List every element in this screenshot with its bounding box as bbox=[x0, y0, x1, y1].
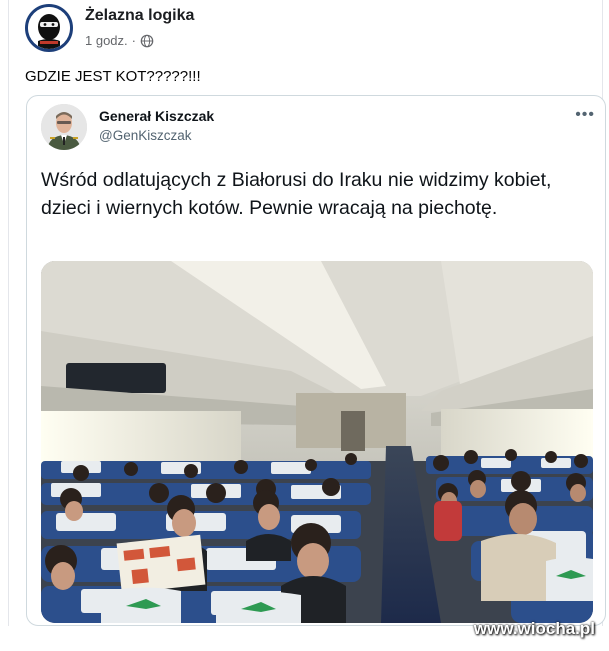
page-avatar[interactable] bbox=[25, 4, 73, 52]
embedded-tweet[interactable]: Generał Kiszczak @GenKiszczak ••• Wśród … bbox=[26, 95, 606, 626]
tweet-author-name[interactable]: Generał Kiszczak bbox=[99, 108, 214, 124]
post-text: GDZIE JEST KOT?????!!! bbox=[25, 68, 201, 85]
post-time[interactable]: 1 godz. bbox=[85, 33, 128, 48]
airplane-cabin-photo bbox=[41, 261, 593, 623]
more-options-icon[interactable]: ••• bbox=[575, 106, 595, 124]
post-card: Żelazna logika 1 godz. · GDZIE JEST KOT?… bbox=[8, 0, 606, 626]
tweet-author-handle[interactable]: @GenKiszczak bbox=[99, 128, 191, 143]
tweet-photo[interactable] bbox=[41, 261, 593, 623]
tweet-author-avatar[interactable] bbox=[41, 104, 87, 150]
page-name[interactable]: Żelazna logika bbox=[85, 7, 194, 25]
post-meta: 1 godz. · bbox=[85, 33, 154, 48]
general-portrait-icon bbox=[41, 104, 87, 150]
ninja-logo-icon bbox=[28, 7, 70, 49]
meta-separator: · bbox=[131, 33, 136, 48]
globe-icon[interactable] bbox=[140, 34, 154, 48]
site-watermark: www.wiocha.pl bbox=[473, 619, 595, 638]
tweet-text: Wśród odlatujących z Białorusi do Iraku … bbox=[41, 169, 552, 219]
